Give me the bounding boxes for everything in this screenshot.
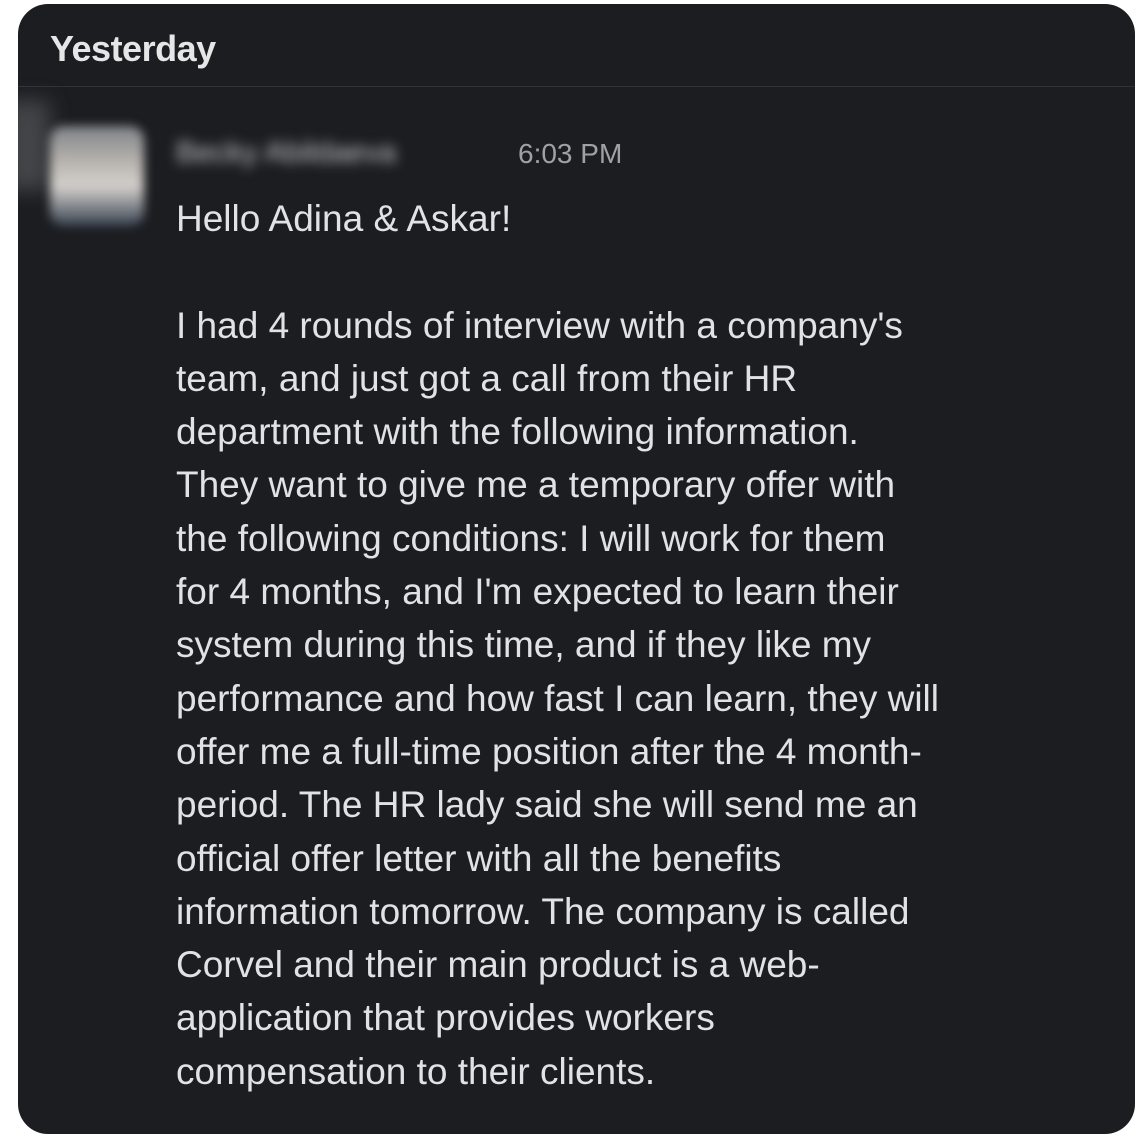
message-line: the following conditions: I will work fo… — [176, 517, 886, 559]
message-line: Corvel and their main product is a web- — [176, 944, 820, 986]
message-line: They want to give me a temporary offer w… — [176, 464, 896, 506]
blurred-background-shape — [18, 100, 50, 190]
day-divider-label: Yesterday — [50, 28, 216, 69]
chat-panel: Yesterday Becky Abildaeva 6:03 PM Hello … — [18, 4, 1135, 1134]
message-line: for 4 months, and I'm expected to learn … — [176, 571, 899, 613]
message-timestamp[interactable]: 6:03 PM — [518, 138, 622, 170]
divider — [18, 86, 1135, 87]
message-body: Hello Adina & Askar! I had 4 rounds of i… — [176, 192, 1126, 1098]
message-line: I had 4 rounds of interview with a compa… — [176, 304, 903, 346]
message-line: application that provides workers — [176, 997, 715, 1039]
message-line: offer me a full-time position after the … — [176, 730, 922, 772]
message-line: period. The HR lady said she will send m… — [176, 784, 918, 826]
message-line: compensation to their clients. — [176, 1050, 656, 1092]
avatar[interactable] — [50, 126, 144, 226]
message-greeting: Hello Adina & Askar! — [176, 198, 512, 239]
sender-name[interactable]: Becky Abildaeva — [176, 136, 396, 170]
message-line: department with the following informatio… — [176, 411, 859, 453]
message-line: performance and how fast I can learn, th… — [176, 677, 939, 719]
message-line: system during this time, and if they lik… — [176, 624, 872, 666]
message-line: information tomorrow. The company is cal… — [176, 890, 910, 932]
message-line: official offer letter with all the benef… — [176, 837, 782, 879]
message-line: team, and just got a call from their HR — [176, 357, 798, 399]
